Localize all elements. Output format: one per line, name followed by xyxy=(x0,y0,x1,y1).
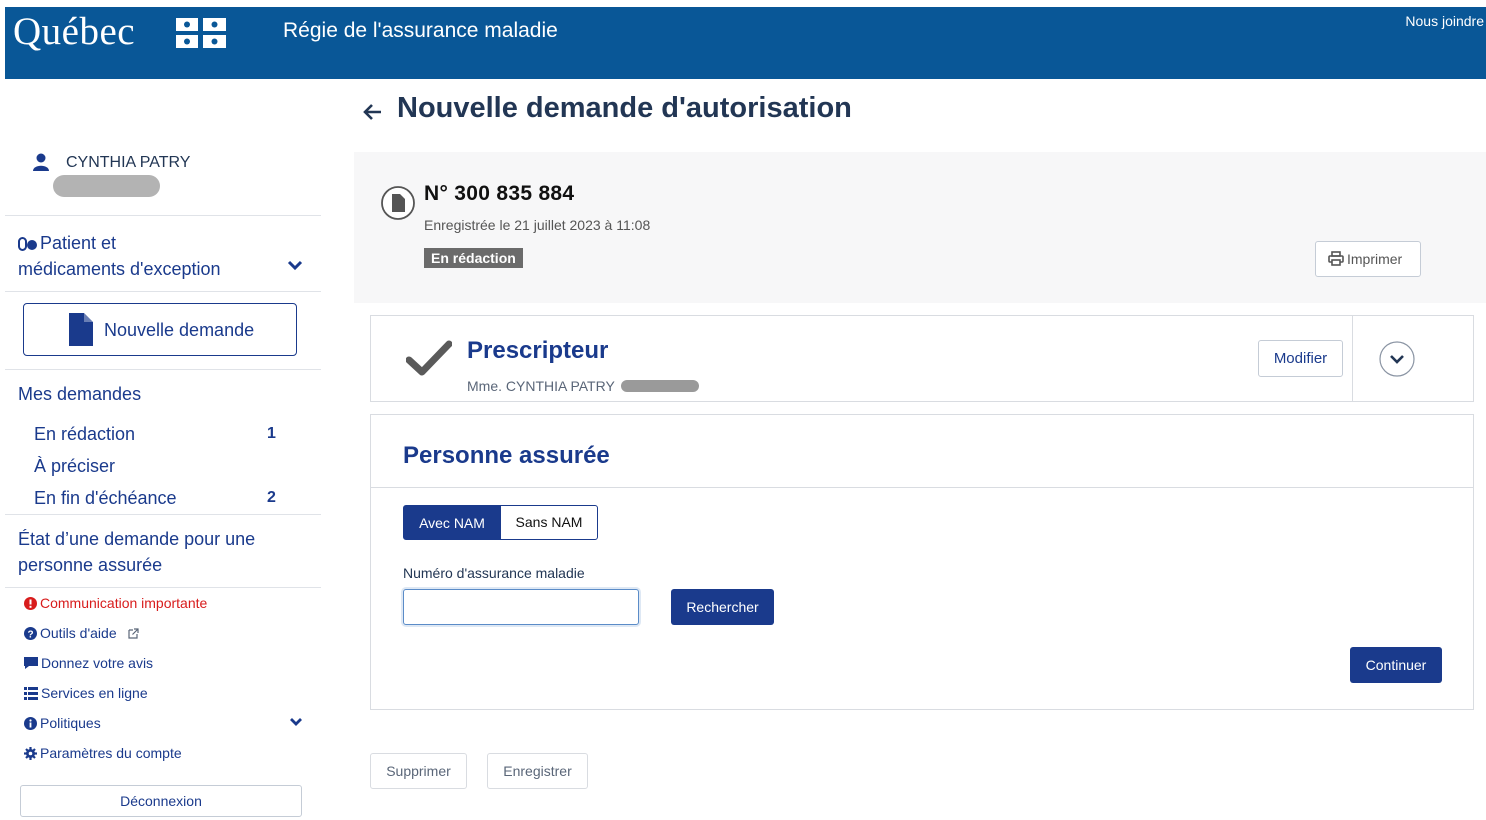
policies-label: Politiques xyxy=(40,715,101,731)
toggle-with-nam[interactable]: Avec NAM xyxy=(403,505,501,540)
feedback-label: Donnez votre avis xyxy=(41,655,154,671)
sidebar-divider xyxy=(5,514,321,515)
print-label: Imprimer xyxy=(1347,251,1403,267)
card-divider xyxy=(371,487,1473,488)
sidebar-item-expiring[interactable]: En fin d'échéance xyxy=(34,488,177,509)
quebec-logo-text[interactable]: Québec xyxy=(13,12,135,52)
prescriber-name: Mme. CYNTHIA PATRY xyxy=(467,378,615,394)
feedback-link[interactable]: Donnez votre avis xyxy=(24,655,153,671)
sidebar-divider xyxy=(5,369,321,370)
registered-date: Enregistrée le 21 juillet 2023 à 11:08 xyxy=(424,217,651,233)
modify-button[interactable]: Modifier xyxy=(1258,340,1343,377)
document-icon xyxy=(381,186,415,220)
info-circle-icon xyxy=(24,717,37,730)
sidebar-divider xyxy=(5,291,321,292)
checkmark-icon xyxy=(406,340,452,376)
file-icon xyxy=(69,313,93,346)
top-banner xyxy=(5,7,1486,79)
status-badge: En rédaction xyxy=(424,248,523,268)
help-tools-link[interactable]: ? Outils d'aide xyxy=(24,625,143,641)
contact-link[interactable]: Nous joindre xyxy=(1405,13,1484,29)
printer-icon xyxy=(1328,251,1344,266)
online-services-link[interactable]: Services en ligne xyxy=(24,685,148,701)
question-circle-icon: ? xyxy=(24,627,37,640)
list-icon xyxy=(24,687,38,700)
important-communication-label: Communication importante xyxy=(40,595,208,611)
redacted-user-id xyxy=(53,175,160,197)
search-button[interactable]: Rechercher xyxy=(671,589,774,625)
page-title: Nouvelle demande d'autorisation xyxy=(397,92,852,124)
expand-chevron-icon[interactable] xyxy=(1379,341,1415,377)
quebec-flag-icon xyxy=(176,18,226,48)
nam-input[interactable] xyxy=(403,589,639,625)
expiring-count: 2 xyxy=(267,489,276,506)
toggle-without-nam[interactable]: Sans NAM xyxy=(500,505,598,540)
drafts-count: 1 xyxy=(267,425,276,442)
new-request-label: Nouvelle demande xyxy=(104,320,255,340)
delete-button[interactable]: Supprimer xyxy=(370,753,467,789)
chevron-down-icon[interactable] xyxy=(289,716,303,728)
agency-name: Régie de l'assurance maladie xyxy=(283,19,558,42)
account-settings-label: Paramètres du compte xyxy=(40,745,182,761)
sidebar-item-to-clarify[interactable]: À préciser xyxy=(34,456,115,477)
user-icon xyxy=(33,153,49,171)
comment-icon xyxy=(24,657,38,669)
sidebar-section-patient[interactable]: Patient et médicaments d'exception xyxy=(18,230,228,282)
user-name: CYNTHIA PATRY xyxy=(66,154,191,171)
request-number: N° 300 835 884 xyxy=(424,182,575,205)
sidebar-divider xyxy=(5,587,321,588)
exclamation-circle-icon xyxy=(24,597,37,610)
insured-person-title: Personne assurée xyxy=(403,442,610,469)
external-link-icon xyxy=(127,628,139,639)
sidebar xyxy=(5,79,321,820)
my-requests-link[interactable]: Mes demandes xyxy=(18,384,141,405)
gear-icon xyxy=(24,747,37,760)
online-services-label: Services en ligne xyxy=(41,685,148,701)
prescriber-title: Prescripteur xyxy=(467,337,609,364)
sidebar-item-drafts[interactable]: En rédaction xyxy=(34,424,135,445)
svg-text:?: ? xyxy=(27,629,33,640)
important-communication-link[interactable]: Communication importante xyxy=(24,595,207,611)
back-arrow-icon[interactable] xyxy=(362,101,384,123)
pills-icon xyxy=(18,237,37,251)
help-tools-label: Outils d'aide xyxy=(40,625,117,641)
sidebar-section-label: Patient et médicaments d'exception xyxy=(18,233,221,279)
continue-button[interactable]: Continuer xyxy=(1350,647,1442,683)
save-button[interactable]: Enregistrer xyxy=(487,753,588,789)
nam-field-label: Numéro d'assurance maladie xyxy=(403,565,585,581)
sidebar-divider xyxy=(5,215,321,216)
redacted-prescriber-id xyxy=(621,380,699,392)
policies-link[interactable]: Politiques xyxy=(24,715,101,731)
request-status-link[interactable]: État d’une demande pour une personne ass… xyxy=(18,526,288,578)
card-divider xyxy=(1352,316,1353,402)
chevron-down-icon[interactable] xyxy=(287,258,303,272)
account-settings-link[interactable]: Paramètres du compte xyxy=(24,745,182,761)
logout-button[interactable]: Déconnexion xyxy=(20,785,302,817)
